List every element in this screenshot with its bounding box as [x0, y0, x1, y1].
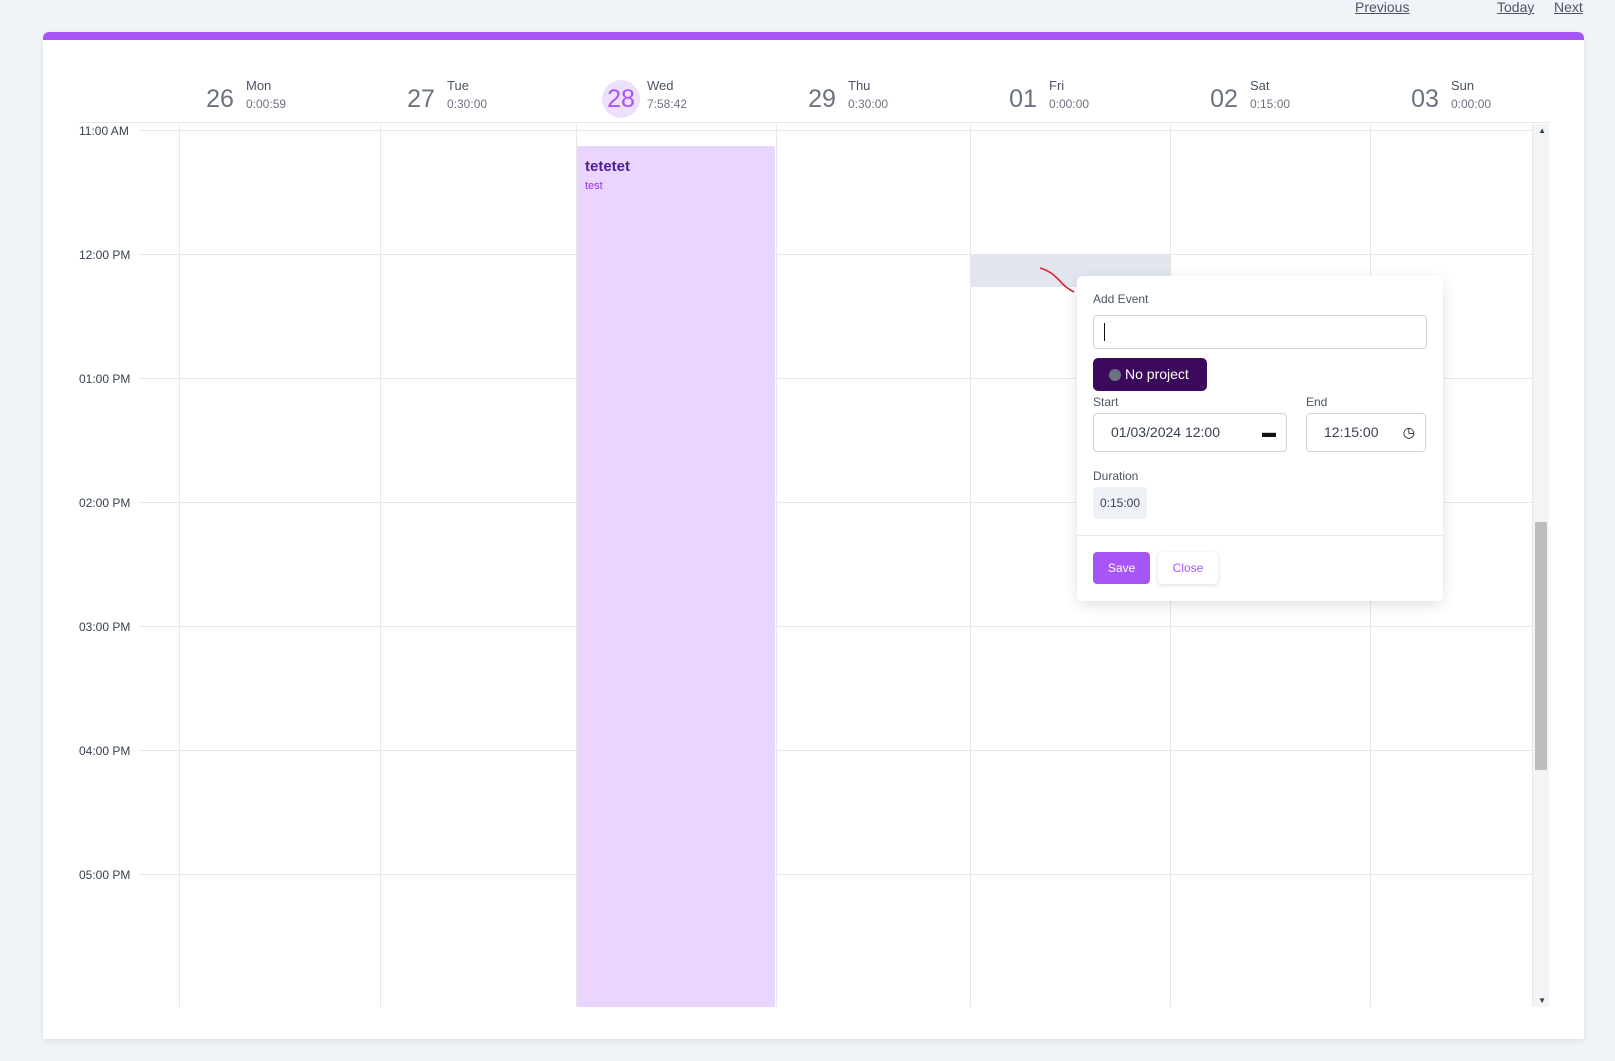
day-number: 02: [1210, 85, 1238, 113]
day-duration: 7:58:42: [647, 97, 688, 111]
day-column-divider: [179, 124, 180, 1007]
popup-divider: [1077, 535, 1443, 536]
scroll-down-icon[interactable]: ▼: [1538, 996, 1546, 1005]
day-name: Wed: [647, 78, 674, 93]
event-title-input[interactable]: [1093, 315, 1427, 349]
project-label: No project: [1125, 366, 1189, 382]
end-label: End: [1306, 395, 1328, 409]
hour-label: 01:00 PM: [79, 372, 131, 386]
day-number: 27: [407, 85, 435, 113]
scroll-up-icon[interactable]: ▲: [1538, 126, 1546, 135]
hour-line: [139, 626, 1533, 627]
save-button[interactable]: Save: [1093, 552, 1150, 584]
day-number-today: 28: [602, 80, 640, 118]
day-number: 01: [1009, 85, 1037, 113]
project-color-dot-icon: [1109, 369, 1121, 381]
hour-label: 02:00 PM: [79, 496, 131, 510]
hour-label: 11:00 AM: [79, 124, 129, 138]
hour-label: 12:00 PM: [79, 248, 131, 262]
close-button[interactable]: Close: [1158, 552, 1218, 584]
duration-label: Duration: [1093, 469, 1139, 483]
text-caret: [1104, 323, 1105, 341]
day-number: 03: [1411, 85, 1439, 113]
day-duration: 0:00:00: [1049, 97, 1090, 111]
event-title: tetetet: [585, 158, 631, 175]
calendar-icon[interactable]: ▬: [1262, 414, 1276, 451]
add-event-popup: Add Event No project Start 01/03/2024 12…: [1077, 276, 1443, 601]
start-datetime-input[interactable]: 01/03/2024 12:00 ▬: [1093, 413, 1287, 452]
day-column-divider: [776, 124, 777, 1007]
start-label: Start: [1093, 395, 1119, 409]
popup-heading: Add Event: [1093, 292, 1149, 306]
hour-label: 03:00 PM: [79, 620, 131, 634]
header-divider: [79, 122, 1551, 123]
day-name: Fri: [1049, 78, 1065, 93]
next-link[interactable]: Next: [1554, 0, 1583, 15]
scrollbar-thumb[interactable]: [1535, 522, 1547, 770]
day-duration: 0:30:00: [447, 97, 488, 111]
hour-line: [139, 254, 1533, 255]
clock-icon[interactable]: ◷: [1403, 414, 1415, 451]
previous-link[interactable]: Previous: [1355, 0, 1409, 15]
hour-label: 04:00 PM: [79, 744, 131, 758]
day-duration: 0:15:00: [1250, 97, 1291, 111]
day-column-divider: [380, 124, 381, 1007]
start-value: 01/03/2024 12:00: [1111, 424, 1220, 440]
scrollbar[interactable]: ▲ ▼: [1533, 124, 1549, 1007]
hour-line: [139, 130, 1533, 131]
today-link[interactable]: Today: [1497, 0, 1534, 15]
calendar-event[interactable]: tetetet test: [577, 146, 775, 1007]
day-duration: 0:00:00: [1451, 97, 1492, 111]
day-name: Sun: [1451, 78, 1475, 93]
duration-value: 0:15:00: [1093, 487, 1147, 519]
hour-line: [139, 750, 1533, 751]
day-number: 26: [206, 85, 234, 113]
day-number: 29: [808, 85, 836, 113]
event-project: test: [585, 180, 603, 192]
day-name: Mon: [246, 78, 272, 93]
day-name: Tue: [447, 78, 469, 93]
day-name: Sat: [1250, 78, 1270, 93]
day-duration: 0:30:00: [848, 97, 889, 111]
end-time-input[interactable]: 12:15:00 ◷: [1306, 413, 1426, 452]
day-duration: 0:00:59: [246, 97, 287, 111]
hour-line: [139, 874, 1533, 875]
end-value: 12:15:00: [1324, 424, 1379, 440]
project-select-button[interactable]: No project: [1093, 358, 1207, 391]
day-name: Thu: [848, 78, 871, 93]
hour-label: 05:00 PM: [79, 868, 131, 882]
